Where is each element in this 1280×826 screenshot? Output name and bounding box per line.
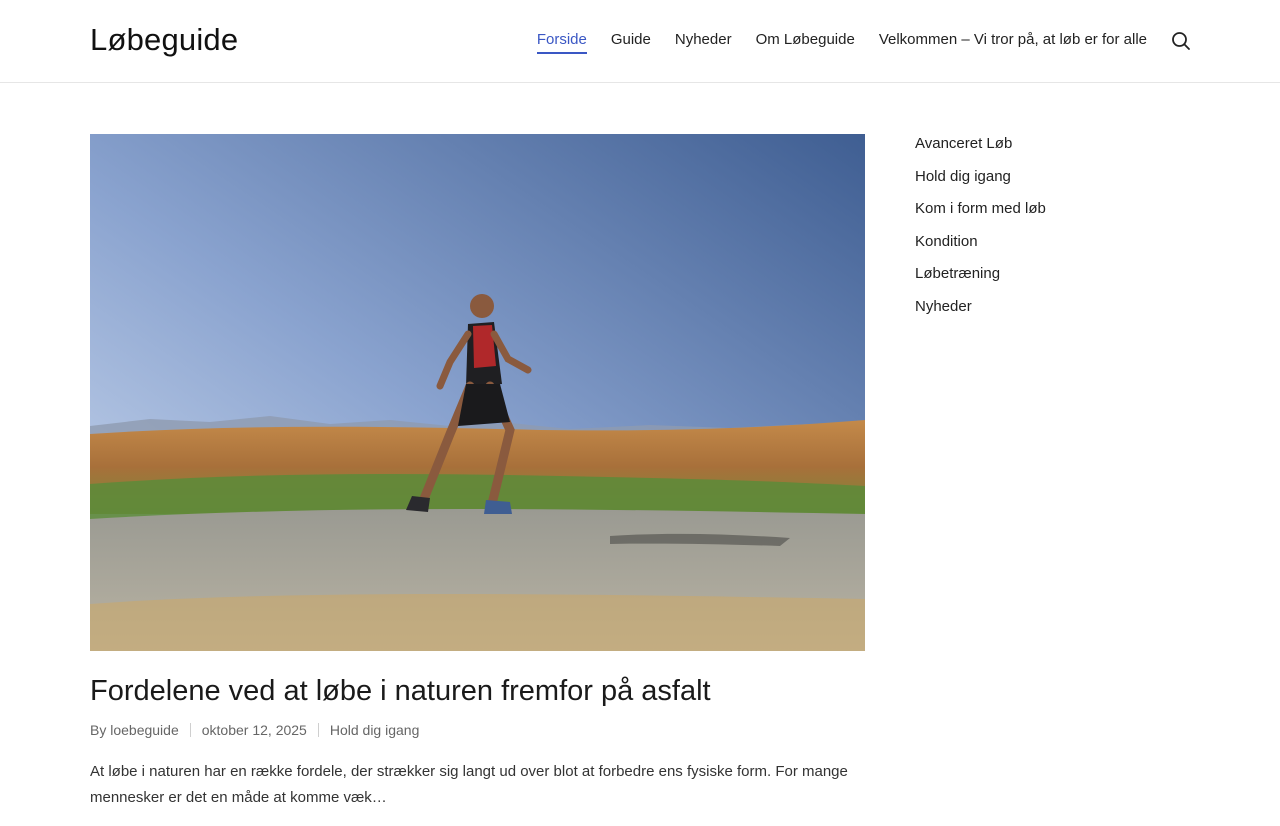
nav-item-nyheder[interactable]: Nyheder bbox=[675, 31, 732, 54]
nav-item-om-loebeguide[interactable]: Om Løbeguide bbox=[756, 31, 855, 54]
post-date-link[interactable]: oktober 12, 2025 bbox=[202, 722, 307, 738]
nav-item-guide[interactable]: Guide bbox=[611, 31, 651, 54]
post-meta: By loebeguide oktober 12, 2025 Hold dig … bbox=[90, 722, 865, 738]
meta-divider bbox=[189, 723, 191, 737]
post-meta-by-label: By bbox=[90, 722, 107, 738]
category-link-hold-dig-igang[interactable]: Hold dig igang bbox=[915, 168, 1011, 185]
search-icon bbox=[1172, 32, 1190, 50]
post-category-link[interactable]: Hold dig igang bbox=[330, 722, 420, 738]
post-excerpt: At løbe i naturen har en række fordele, … bbox=[90, 763, 848, 806]
sidebar-category-item: Kondition bbox=[915, 232, 1046, 252]
sidebar-category-item: Nyheder bbox=[915, 297, 1046, 317]
sidebar-category-item: Løbetræning bbox=[915, 264, 1046, 284]
main-content: Fordelene ved at løbe i naturen fremfor … bbox=[90, 134, 865, 826]
primary-nav: Forside Guide Nyheder Om Løbeguide Velko… bbox=[536, 31, 1147, 54]
sidebar-category-item: Hold dig igang bbox=[915, 167, 1046, 187]
nav-item-velkommen[interactable]: Velkommen – Vi tror på, at løb er for al… bbox=[879, 31, 1147, 54]
category-link-kondition[interactable]: Kondition bbox=[915, 233, 978, 250]
post-title[interactable]: Fordelene ved at løbe i naturen fremfor … bbox=[90, 673, 865, 709]
nav-item-forside[interactable]: Forside bbox=[536, 31, 587, 54]
category-link-loebetraening[interactable]: Løbetræning bbox=[915, 265, 1000, 282]
search-button[interactable] bbox=[1170, 30, 1192, 52]
site-title-link[interactable]: Løbeguide bbox=[90, 22, 238, 58]
post-card: Fordelene ved at løbe i naturen fremfor … bbox=[90, 134, 865, 811]
meta-divider bbox=[317, 723, 319, 737]
category-link-kom-i-form[interactable]: Kom i form med løb bbox=[915, 200, 1046, 217]
site-header: Løbeguide Forside Guide Nyheder Om Løbeg… bbox=[0, 0, 1280, 83]
category-link-avanceret-loeb[interactable]: Avanceret Løb bbox=[915, 135, 1012, 152]
sidebar-category-item: Kom i form med løb bbox=[915, 199, 1046, 219]
category-link-nyheder[interactable]: Nyheder bbox=[915, 298, 972, 315]
sidebar-categories: Avanceret Løb Hold dig igang Kom i form … bbox=[915, 134, 1046, 329]
sidebar-category-item: Avanceret Løb bbox=[915, 134, 1046, 154]
post-featured-image[interactable] bbox=[90, 134, 865, 651]
post-author-link[interactable]: loebeguide bbox=[110, 722, 179, 738]
